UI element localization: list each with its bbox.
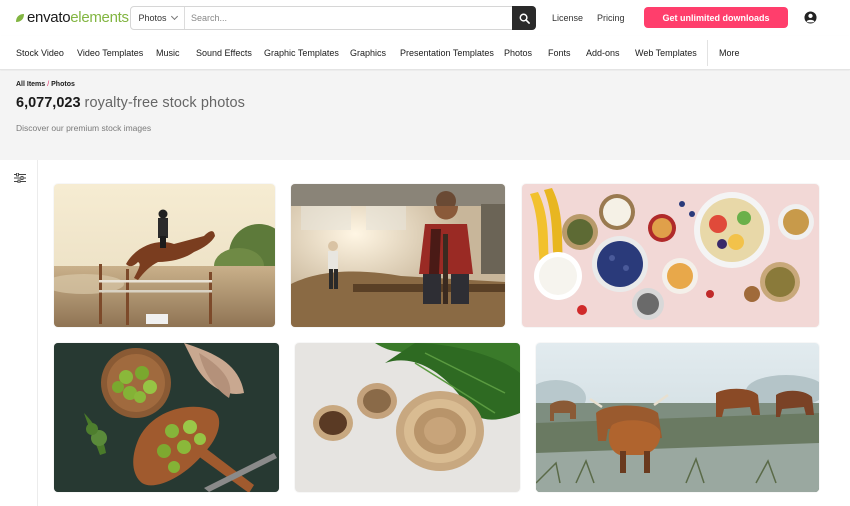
nav-divider [707,40,708,66]
nav-item-stock-video[interactable]: Stock Video [16,48,64,58]
photo-card-highland-cattle[interactable] [536,343,819,492]
results-area [0,160,850,506]
nav-item-fonts[interactable]: Fonts [548,48,571,58]
photo-card-wooden-bowls[interactable] [295,343,520,492]
horse-jumping-photo [54,184,275,327]
search-bar: Photos [130,6,536,30]
nav-item-graphics[interactable]: Graphics [350,48,386,58]
nav-item-add-ons[interactable]: Add-ons [586,48,620,58]
breadcrumb: All Items / Photos [16,81,75,88]
page-title: 6,077,023 royalty-free stock photos [16,95,245,111]
breadcrumb-separator: / [47,81,50,88]
nav-item-photos[interactable]: Photos [504,48,532,58]
skateboarder-photo [291,184,505,327]
breakfast-spread-photo [522,184,819,327]
breadcrumb-all-items[interactable]: All Items [16,81,45,88]
category-nav: Stock Video Video Templates Music Sound … [0,36,850,70]
get-unlimited-downloads-button[interactable]: Get unlimited downloads [644,7,788,28]
photo-card-horse-jumping[interactable] [54,184,275,327]
brussels-sprouts-photo [54,343,279,492]
nav-item-presentation-templates[interactable]: Presentation Templates [400,48,494,58]
filter-sliders-icon[interactable] [14,173,26,183]
logo-text-elements: elements [70,9,129,26]
search-input[interactable] [185,7,512,29]
wooden-bowls-photo [295,343,520,492]
search-icon [519,13,530,24]
photo-card-breakfast-spread[interactable] [522,184,819,327]
photo-card-skateboarder[interactable] [291,184,505,327]
leaf-logo-icon [16,13,24,22]
photo-card-brussels-sprouts[interactable] [54,343,279,492]
result-count: 6,077,023 [16,95,81,111]
nav-item-more[interactable]: More [719,48,740,58]
license-link[interactable]: License [552,13,583,23]
highland-cattle-photo [536,343,819,492]
nav-item-web-templates[interactable]: Web Templates [635,48,697,58]
pricing-link[interactable]: Pricing [597,13,625,23]
nav-item-video-templates[interactable]: Video Templates [77,48,143,58]
search-scope-dropdown[interactable]: Photos [131,7,185,29]
nav-item-graphic-templates[interactable]: Graphic Templates [264,48,339,58]
nav-item-music[interactable]: Music [156,48,180,58]
logo-text-envato: envato [27,9,71,26]
page-title-text: royalty-free stock photos [84,95,246,111]
search-button[interactable] [512,6,536,30]
page-hero: All Items / Photos 6,077,023 royalty-free … [0,71,850,160]
breadcrumb-photos[interactable]: Photos [51,81,75,88]
top-header: envatoelements Photos License Pricing Ge… [0,0,850,36]
envato-elements-logo[interactable]: envato elements [15,9,129,26]
user-icon[interactable] [804,11,817,24]
nav-item-sound-effects[interactable]: Sound Effects [196,48,252,58]
chevron-down-icon [170,12,178,21]
page-subtitle: Discover our premium stock images [16,123,152,133]
search-scope-label: Photos [138,13,167,23]
filter-sidebar [0,160,38,506]
